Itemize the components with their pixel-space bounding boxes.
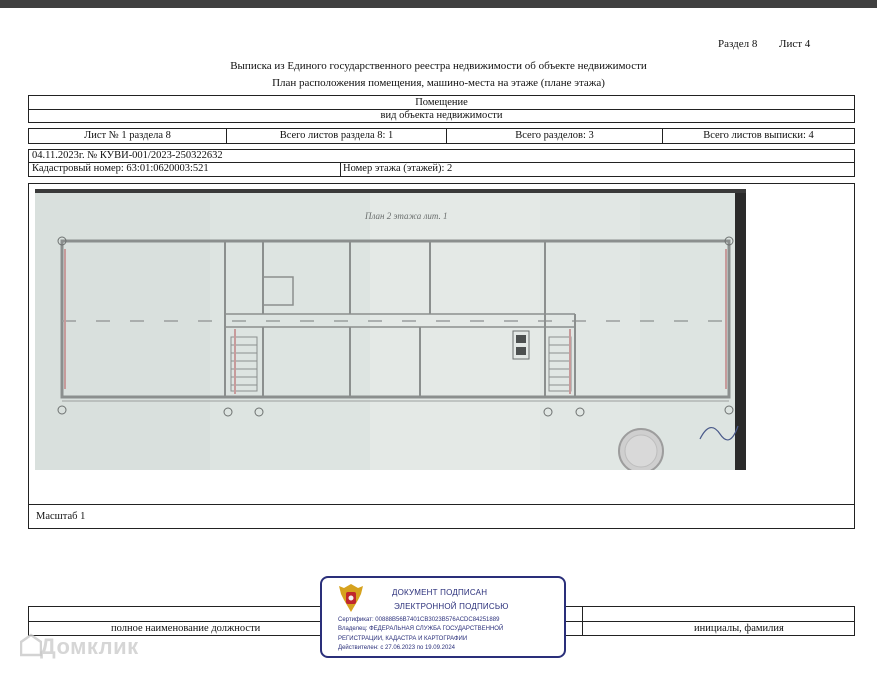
watermark-logo: Домклик — [40, 634, 139, 659]
stamp-line-1: ДОКУМЕНТ ПОДПИСАН — [392, 588, 488, 597]
floor-number: Номер этажа (этажей): 2 — [343, 163, 453, 174]
stamp-line-2: ЭЛЕКТРОННОЙ ПОДПИСЬЮ — [394, 602, 509, 611]
object-type-box: Помещение вид объекта недвижимости — [28, 95, 855, 123]
coat-of-arms-icon — [339, 584, 363, 612]
record-date-number: 04.11.2023г. № КУВИ-001/2023-250322632 — [32, 150, 223, 161]
scale-row: Масштаб 1 — [28, 505, 855, 529]
total-sheets-section: Всего листов раздела 8: 1 — [226, 129, 446, 143]
stamp-certificate: Сертификат: 00888B56B7401CB3023B576ACDC8… — [338, 617, 500, 623]
floor-plan-drawing — [35, 189, 746, 470]
document-title: Выписка из Единого государственного реес… — [230, 60, 647, 72]
house-logo-icon — [20, 633, 42, 657]
stamp-owner-2: РЕГИСТРАЦИИ, КАДАСТРА И КАРТОГРАФИИ — [338, 636, 468, 642]
top-bar — [0, 0, 877, 8]
section-label: Раздел 8 — [718, 38, 758, 50]
scale-label: Масштаб 1 — [36, 511, 86, 522]
sheet-of-section: Лист № 1 раздела 8 — [84, 130, 171, 141]
document-subtitle: План расположения помещения, машино-мест… — [272, 77, 605, 89]
sheet-info-row: Лист № 1 раздела 8 Всего листов раздела … — [28, 128, 855, 144]
total-sections: Всего разделов: 3 — [446, 129, 662, 143]
e-signature-stamp: ДОКУМЕНТ ПОДПИСАН ЭЛЕКТРОННОЙ ПОДПИСЬЮ С… — [320, 576, 566, 658]
cadastral-row: Кадастровый номер: 63:01:0620003:521 Ном… — [28, 163, 855, 177]
stamp-owner-1: Владелец: ФЕДЕРАЛЬНАЯ СЛУЖБА ГОСУДАРСТВЕ… — [338, 626, 504, 632]
floor-plan-image: План 2 этажа лит. 1 — [35, 189, 746, 470]
cadastral-number: Кадастровый номер: 63:01:0620003:521 — [32, 163, 209, 174]
object-type-value: Помещение — [415, 97, 468, 108]
object-type-caption: вид объекта недвижимости — [380, 110, 503, 121]
total-sheets-extract: Всего листов выписки: 4 — [662, 129, 854, 143]
stamp-valid: Действителен: с 27.06.2023 по 19.09.2024 — [338, 645, 455, 651]
document-page: Раздел 8 Лист 4 Выписка из Единого госуд… — [0, 8, 877, 693]
name-caption: инициалы, фамилия — [694, 623, 784, 634]
sheet-label: Лист 4 — [779, 38, 811, 50]
plan-title: План 2 этажа лит. 1 — [365, 211, 448, 221]
record-number-row: 04.11.2023г. № КУВИ-001/2023-250322632 — [28, 149, 855, 163]
